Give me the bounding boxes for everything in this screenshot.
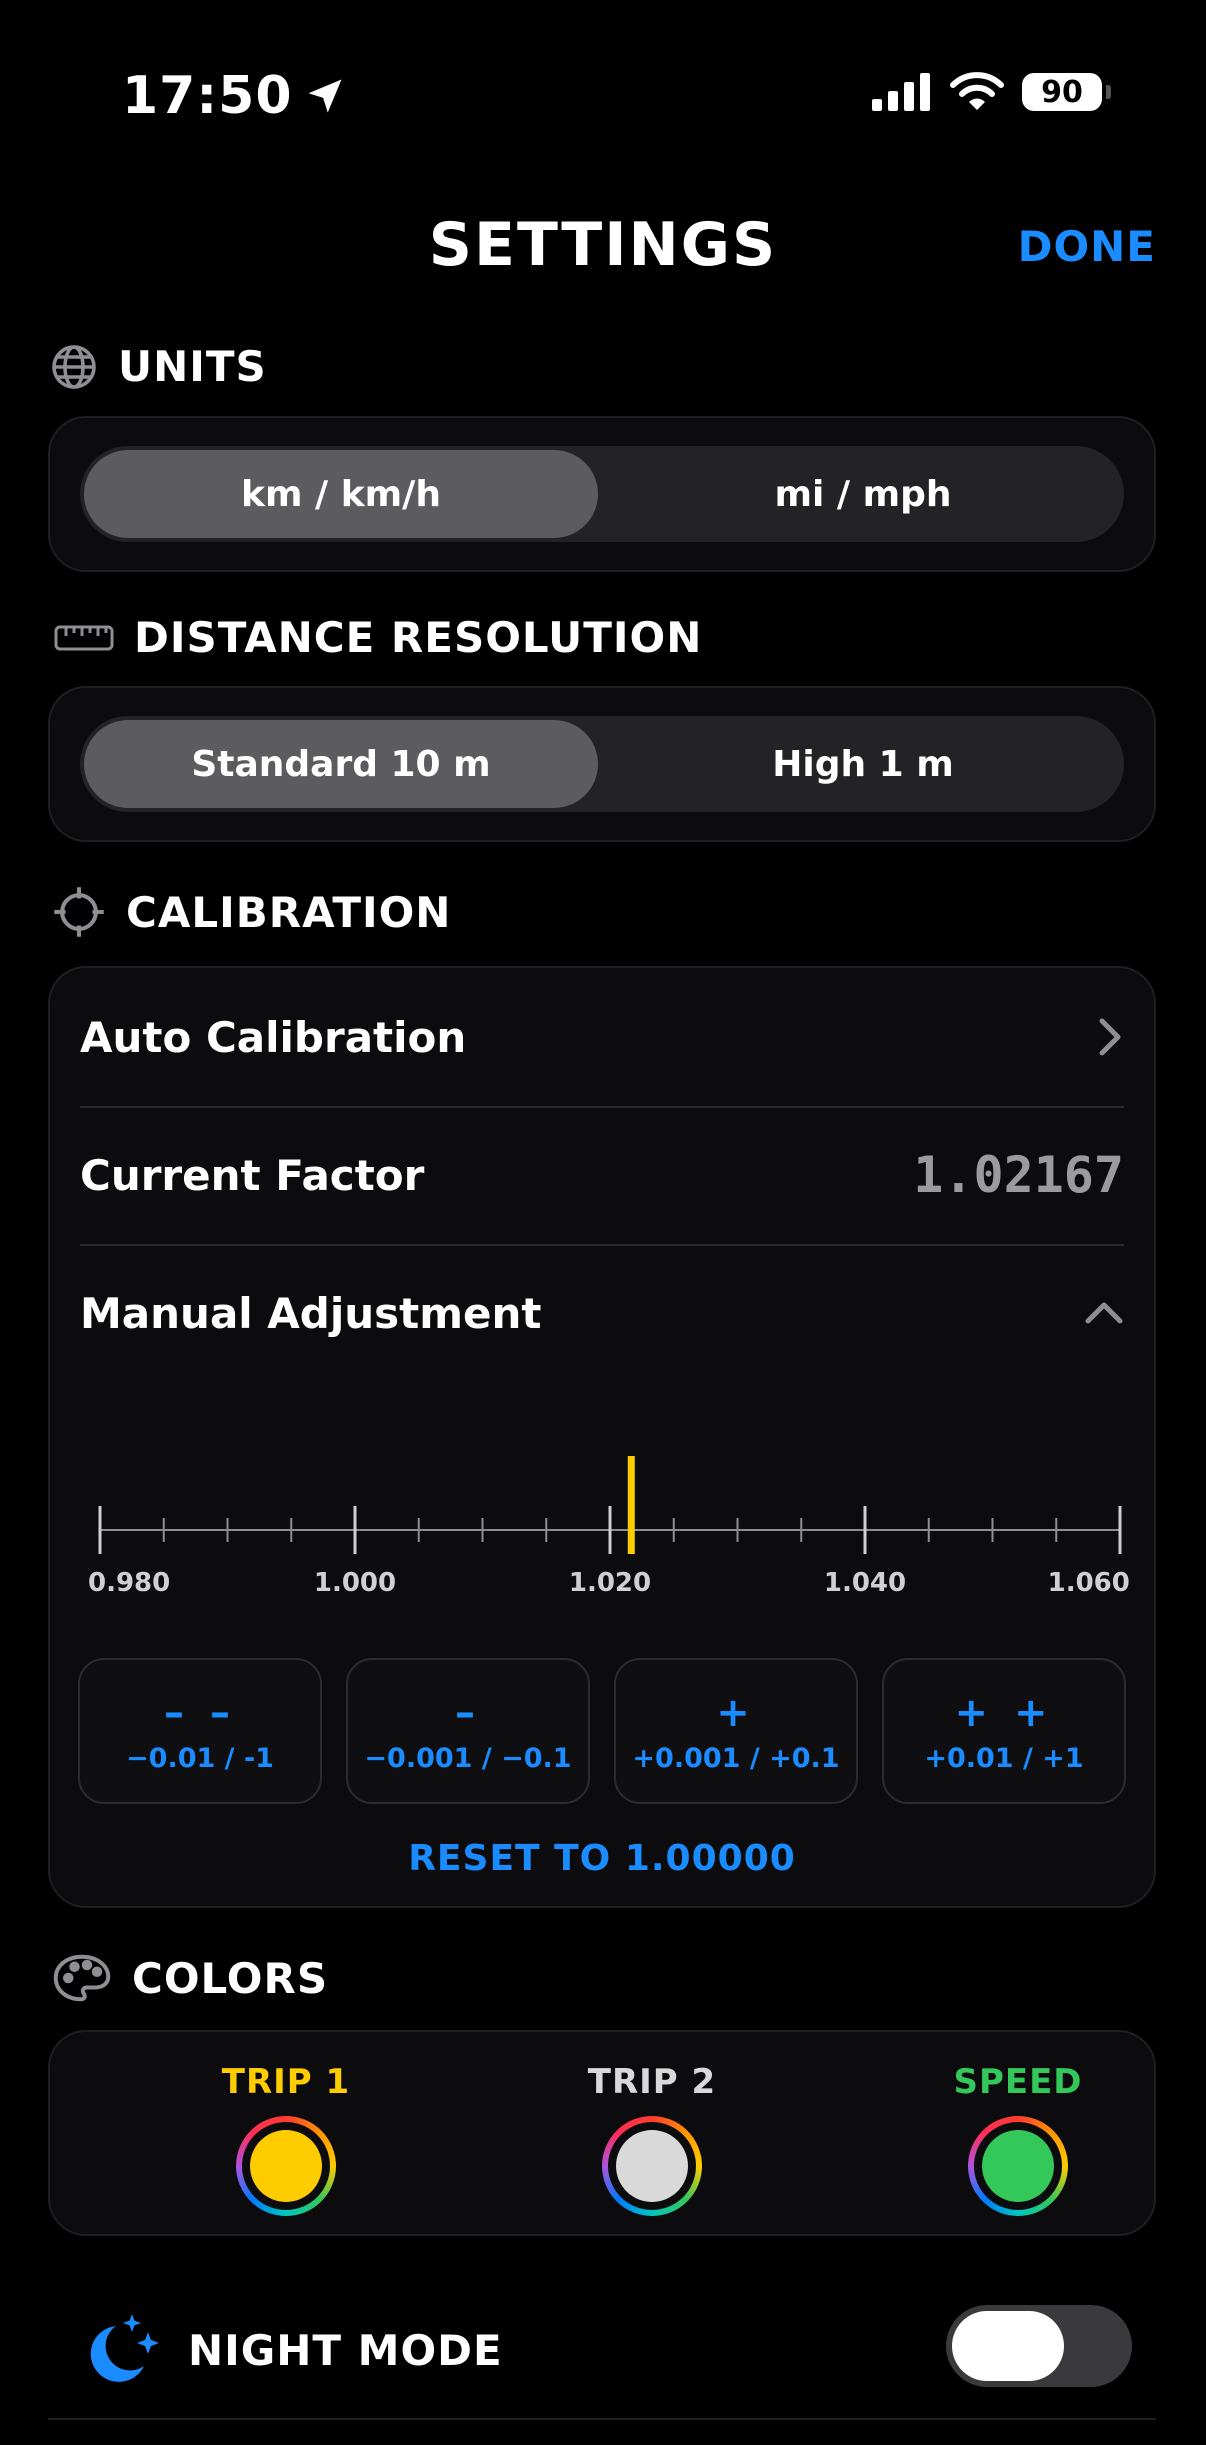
step-symbol: + + bbox=[954, 1689, 1054, 1736]
color-trip-1[interactable]: TRIP 1 bbox=[156, 2062, 416, 2216]
done-button[interactable]: DONE bbox=[1018, 222, 1156, 271]
colors-header: COLORS bbox=[52, 1953, 328, 2003]
ruler-current-marker[interactable] bbox=[627, 1456, 635, 1554]
cellular-signal-icon bbox=[872, 73, 930, 111]
chevron-right-icon bbox=[1099, 1018, 1121, 1056]
time-text: 17:50 bbox=[122, 66, 293, 126]
ruler-tick-label: 0.980 bbox=[88, 1568, 171, 1598]
ruler-icon bbox=[54, 625, 114, 650]
color-speed[interactable]: SPEED bbox=[888, 2062, 1148, 2216]
step-symbol: – – bbox=[164, 1689, 236, 1736]
wifi-icon bbox=[950, 72, 1004, 110]
auto-calibration-row[interactable]: Auto Calibration bbox=[80, 968, 1124, 1108]
calibration-card: Auto Calibration Current Factor 1.02167 … bbox=[48, 966, 1156, 1908]
decrement-small-button[interactable]: – −0.001 / −0.1 bbox=[346, 1658, 590, 1804]
ruler-tick-label: 1.000 bbox=[313, 1568, 397, 1598]
moon-stars-icon bbox=[90, 2314, 159, 2382]
step-label: +0.001 / +0.1 bbox=[632, 1742, 840, 1774]
step-label: −0.01 / -1 bbox=[126, 1742, 274, 1774]
current-factor-row: Current Factor 1.02167 bbox=[80, 1106, 1124, 1246]
step-symbol: – bbox=[455, 1689, 481, 1736]
status-bar-right: 90 bbox=[872, 72, 1111, 112]
color-well-trip-1[interactable] bbox=[236, 2116, 336, 2216]
palette-icon bbox=[53, 1954, 111, 2002]
distance-resolution-header: DISTANCE RESOLUTION bbox=[54, 613, 702, 662]
night-mode-row: NIGHT MODE bbox=[80, 2310, 503, 2390]
color-well-speed[interactable] bbox=[968, 2116, 1068, 2216]
colors-header-label: COLORS bbox=[132, 1953, 329, 2003]
color-name-speed: SPEED bbox=[953, 2062, 1083, 2102]
status-bar-time: 17:50 bbox=[122, 66, 347, 126]
units-option-imperial[interactable]: mi / mph bbox=[606, 450, 1120, 538]
color-name-trip-1: TRIP 1 bbox=[221, 2062, 351, 2102]
colors-card: TRIP 1 TRIP 2 SPEED bbox=[48, 2030, 1156, 2236]
units-card: km / km/h mi / mph bbox=[48, 416, 1156, 572]
battery-indicator: 90 bbox=[1022, 73, 1111, 111]
distance-resolution-header-label: DISTANCE RESOLUTION bbox=[134, 613, 703, 662]
resolution-option-high[interactable]: High 1 m bbox=[606, 720, 1120, 808]
location-arrow-icon bbox=[308, 79, 342, 113]
divider bbox=[48, 2418, 1156, 2420]
color-name-trip-2: TRIP 2 bbox=[587, 2062, 717, 2102]
resolution-option-standard[interactable]: Standard 10 m bbox=[84, 720, 598, 808]
step-buttons: – – −0.01 / -1 – −0.001 / −0.1 + +0.001 … bbox=[78, 1658, 1126, 1804]
color-swatch bbox=[250, 2130, 322, 2202]
increment-large-button[interactable]: + + +0.01 / +1 bbox=[882, 1658, 1126, 1804]
manual-adjustment-label: Manual Adjustment bbox=[80, 1288, 542, 1338]
step-label: −0.001 / −0.1 bbox=[364, 1742, 572, 1774]
night-mode-toggle[interactable] bbox=[946, 2305, 1132, 2387]
ruler-tick-label: 1.040 bbox=[823, 1568, 907, 1598]
color-trip-2[interactable]: TRIP 2 bbox=[522, 2062, 782, 2216]
increment-small-button[interactable]: + +0.001 / +0.1 bbox=[614, 1658, 858, 1804]
calibration-ruler-slider[interactable] bbox=[90, 1418, 1130, 1568]
battery-level: 90 bbox=[1041, 74, 1083, 110]
manual-adjustment-row[interactable]: Manual Adjustment bbox=[80, 1244, 1124, 1382]
color-swatch bbox=[616, 2130, 688, 2202]
resolution-segmented-control: Standard 10 m High 1 m bbox=[80, 716, 1124, 812]
decrement-large-button[interactable]: – – −0.01 / -1 bbox=[78, 1658, 322, 1804]
auto-calibration-label: Auto Calibration bbox=[80, 1012, 467, 1062]
step-label: +0.01 / +1 bbox=[924, 1742, 1084, 1774]
units-option-metric[interactable]: km / km/h bbox=[84, 450, 598, 538]
units-header-label: UNITS bbox=[118, 342, 267, 391]
reset-button[interactable]: RESET TO 1.00000 bbox=[50, 1838, 1154, 1879]
color-swatch bbox=[982, 2130, 1054, 2202]
night-mode-label: NIGHT MODE bbox=[188, 2325, 503, 2375]
current-factor-label: Current Factor bbox=[80, 1150, 425, 1200]
calibration-header-label: CALIBRATION bbox=[126, 887, 452, 937]
color-well-trip-2[interactable] bbox=[602, 2116, 702, 2216]
crosshair-icon bbox=[54, 887, 104, 937]
step-symbol: + bbox=[716, 1689, 756, 1736]
ruler-tick-label: 1.020 bbox=[568, 1568, 652, 1598]
globe-icon bbox=[52, 344, 96, 389]
units-header: UNITS bbox=[50, 342, 267, 391]
calibration-header: CALIBRATION bbox=[52, 885, 451, 939]
toggle-knob bbox=[952, 2311, 1064, 2381]
current-factor-value: 1.02167 bbox=[913, 1146, 1124, 1204]
units-segmented-control: km / km/h mi / mph bbox=[80, 446, 1124, 542]
ruler-tick-label: 1.060 bbox=[1047, 1568, 1130, 1598]
resolution-card: Standard 10 m High 1 m bbox=[48, 686, 1156, 842]
chevron-up-icon bbox=[1085, 1302, 1123, 1324]
